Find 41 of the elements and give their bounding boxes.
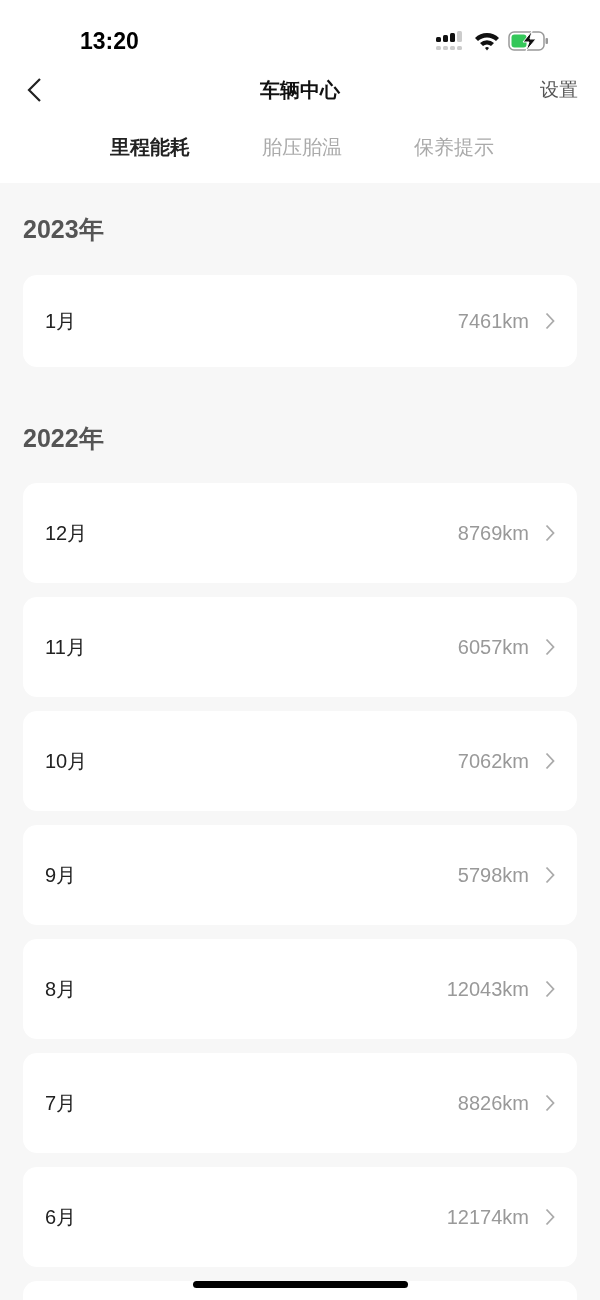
month-label: 9月 [45, 863, 78, 888]
settings-link[interactable]: 设置 [540, 75, 578, 105]
chevron-icon [545, 524, 555, 542]
month-label: 1月 [45, 308, 78, 334]
month-row[interactable]: 9月 5798km [23, 825, 577, 925]
year-heading: 2022年 [23, 422, 105, 454]
distance-value: 8769km [457, 521, 529, 546]
battery-icon [508, 30, 550, 52]
chevron-icon [545, 638, 555, 656]
month-row[interactable]: 12月 8769km [23, 483, 577, 583]
month-row[interactable]: 11月 6057km [23, 597, 577, 697]
distance-value: 5798km [457, 863, 529, 888]
back-icon[interactable] [26, 77, 42, 103]
wifi-icon [474, 31, 500, 51]
month-label: 6月 [45, 1205, 78, 1230]
distance-value: 6057km [457, 635, 529, 660]
page-title: 车辆中心 [260, 78, 340, 103]
tab[interactable]: 里程能耗 [110, 131, 190, 162]
month-row[interactable]: 10月 7062km [23, 711, 577, 811]
chevron-icon [545, 1094, 555, 1112]
distance-value: 7062km [457, 749, 529, 774]
distance-value: 7461km [457, 308, 529, 334]
month-label: 7月 [45, 1091, 78, 1116]
chevron-icon [545, 752, 555, 770]
month-row[interactable]: 7月 8826km [23, 1053, 577, 1153]
chevron-icon [545, 980, 555, 998]
month-row[interactable]: 1月 7461km [23, 274, 577, 367]
chevron-icon [545, 866, 555, 884]
year-heading: 2023年 [23, 214, 105, 245]
distance-value: 12043km [446, 977, 529, 1002]
month-label: 11月 [45, 635, 87, 660]
chevron-icon [545, 1208, 555, 1226]
status-time: 13:20 [80, 26, 139, 56]
distance-value: 8826km [457, 1091, 529, 1116]
month-label: 10月 [45, 749, 89, 774]
month-row[interactable]: 8月 12043km [23, 939, 577, 1039]
month-row[interactable]: 6月 12174km [23, 1167, 577, 1267]
distance-value: 12174km [446, 1205, 529, 1230]
chevron-icon [545, 311, 555, 330]
month-label: 8月 [45, 977, 78, 1002]
month-label: 12月 [45, 521, 89, 546]
